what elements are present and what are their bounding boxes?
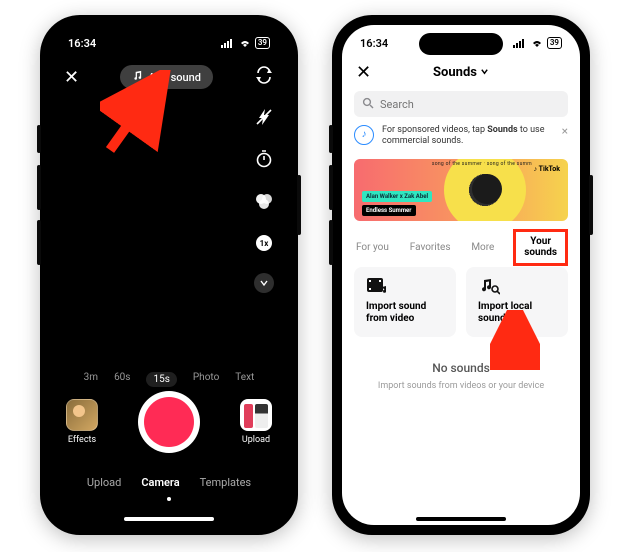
tiktok-logo-text: ♪ TikTok	[534, 165, 560, 173]
search-icon	[362, 97, 374, 112]
search-field[interactable]	[380, 98, 560, 111]
status-time: 16:34	[360, 37, 388, 50]
tab-for-you[interactable]: For you	[354, 238, 391, 257]
music-note-icon	[132, 70, 143, 84]
tab-favorites[interactable]: Favorites	[408, 238, 453, 257]
dismiss-notice-button[interactable]: ×	[562, 125, 568, 137]
import-from-video-button[interactable]: Import sound from video	[354, 267, 456, 337]
notch	[127, 33, 211, 55]
wifi-icon	[238, 38, 252, 48]
promo-ring-text: song of the summer · song of the summ	[432, 161, 532, 167]
notch	[419, 33, 503, 55]
mode-option[interactable]: Templates	[200, 476, 251, 489]
duration-option[interactable]: 3m	[84, 372, 98, 387]
phone-side-button	[329, 220, 333, 265]
status-time: 16:34	[68, 37, 96, 50]
phone-side-button	[37, 125, 41, 153]
effects-button[interactable]: Effects	[66, 399, 98, 445]
speed-icon[interactable]: 1x	[252, 231, 276, 255]
tab-your-sounds[interactable]: Yoursounds	[522, 233, 559, 262]
duration-option[interactable]: 60s	[114, 372, 130, 387]
upload-button[interactable]: Upload	[240, 399, 272, 445]
film-music-icon	[366, 277, 388, 295]
battery-icon: 39	[255, 37, 270, 49]
import-from-video-label: Import sound from video	[366, 301, 444, 325]
effects-thumbnail	[66, 399, 98, 431]
flip-camera-icon[interactable]	[254, 65, 274, 89]
effects-label: Effects	[68, 435, 96, 445]
empty-state-title: No sounds	[342, 361, 580, 375]
record-button-inner	[144, 397, 194, 447]
mode-indicator-dot	[167, 497, 171, 501]
sponsor-text: For sponsored videos, tap Sounds to use …	[382, 125, 554, 148]
upload-thumbnail	[240, 399, 272, 431]
close-button[interactable]: ✕	[64, 67, 79, 88]
import-local-sound-button[interactable]: Import local sound	[466, 267, 568, 337]
phone-side-button	[297, 175, 301, 235]
home-indicator[interactable]	[416, 517, 506, 521]
add-sound-label: Add sound	[148, 71, 201, 84]
phone-side-button	[589, 175, 593, 235]
phone-side-button	[329, 125, 333, 153]
mode-option-active[interactable]: Camera	[141, 476, 179, 489]
mode-option[interactable]: Upload	[87, 476, 121, 489]
cellular-icon	[221, 38, 235, 48]
timer-icon[interactable]	[252, 147, 276, 171]
wifi-icon	[530, 38, 544, 48]
home-indicator[interactable]	[124, 517, 214, 521]
camera-screen: 16:34 39 ✕ Add sound	[50, 25, 288, 525]
sounds-screen: 16:34 39 ✕ Sounds	[342, 25, 580, 525]
promo-banner[interactable]: song of the summer · song of the summ Al…	[354, 159, 568, 221]
record-button[interactable]	[138, 391, 200, 453]
filters-icon[interactable]	[252, 189, 276, 213]
sponsor-notice: ♪ For sponsored videos, tap Sounds to us…	[354, 125, 568, 148]
chevron-down-icon	[480, 65, 489, 80]
info-music-icon: ♪	[354, 125, 374, 145]
music-search-icon	[478, 277, 500, 295]
mode-selector[interactable]: Upload Camera Templates	[50, 476, 288, 489]
import-local-sound-label: Import local sound	[478, 301, 556, 325]
promo-avatar	[472, 174, 502, 204]
tab-your-sounds-highlight: Yoursounds	[513, 229, 568, 266]
duration-option[interactable]: Text	[235, 372, 254, 387]
upload-label: Upload	[242, 435, 270, 445]
flash-icon[interactable]	[252, 105, 276, 129]
duration-selector[interactable]: 3m 60s 15s Photo Text	[50, 372, 288, 387]
add-sound-button[interactable]: Add sound	[120, 65, 213, 89]
battery-icon: 39	[547, 37, 562, 49]
duration-option-active[interactable]: 15s	[146, 372, 176, 387]
more-tools-chevron-icon[interactable]	[254, 273, 274, 293]
phone-frame-sounds: 16:34 39 ✕ Sounds	[332, 15, 590, 535]
sounds-title-label: Sounds	[433, 65, 477, 80]
tab-more[interactable]: More	[469, 238, 496, 257]
search-input[interactable]	[354, 91, 568, 117]
close-button[interactable]: ✕	[356, 62, 371, 83]
promo-track-tag: Endless Summer	[362, 205, 416, 216]
sounds-title[interactable]: Sounds	[433, 65, 489, 80]
sounds-tabs: For you Favorites More Yoursounds	[354, 229, 568, 266]
duration-option[interactable]: Photo	[193, 372, 219, 387]
cellular-icon	[513, 38, 527, 48]
phone-frame-camera: 16:34 39 ✕ Add sound	[40, 15, 298, 535]
empty-state-subtitle: Import sounds from videos or your device	[342, 381, 580, 391]
promo-artist-tag: Alan Walker x Zak Abel	[362, 191, 432, 202]
phone-side-button	[329, 165, 333, 210]
phone-side-button	[37, 220, 41, 265]
phone-side-button	[37, 165, 41, 210]
